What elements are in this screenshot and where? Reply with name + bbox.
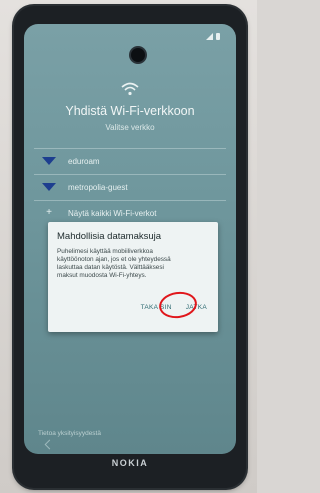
see-all-networks[interactable]: + Näytä kaikki Wi-Fi-verkot [34,204,226,222]
dialog-buttons: TAKA SIN JATKA [138,302,210,313]
divider [34,174,226,175]
wifi-icon [42,157,56,165]
status-bar [206,32,226,40]
dialog-body: Puhelimesi käyttää mobiiliverkkoa käyttö… [57,248,171,279]
data-charges-dialog: Mahdollisia datamaksuja Puhelimesi käytt… [48,222,218,332]
front-camera [131,48,145,62]
divider [34,200,226,201]
battery-icon [216,32,220,40]
brand-logo: NOKIA [111,458,149,468]
back-nav-icon[interactable] [44,439,55,450]
back-button[interactable]: TAKA SIN [138,302,175,313]
phone-screen: Yhdistä Wi-Fi-verkkoon Valitse verkko ed… [24,24,236,454]
see-all-label: Näytä kaikki Wi-Fi-verkot [68,208,157,218]
network-item-eduroam[interactable]: eduroam [34,152,226,170]
continue-button[interactable]: JATKA [183,302,210,313]
page-title: Yhdistä Wi-Fi-verkkoon [65,104,195,118]
divider [34,148,226,149]
network-name: metropolia-guest [68,182,128,192]
network-item-metropolia-guest[interactable]: metropolia-guest [34,178,226,196]
network-name: eduroam [68,156,100,166]
wifi-icon [121,82,139,96]
phone-device: Yhdistä Wi-Fi-verkkoon Valitse verkko ed… [14,6,246,488]
plus-icon: + [46,207,52,218]
wifi-icon [42,183,56,191]
privacy-link[interactable]: Tietoa yksityisyydestä [38,430,101,437]
dialog-title: Mahdollisia datamaksuja [57,231,162,242]
page-subtitle: Valitse verkko [105,123,155,132]
signal-icon [206,32,213,40]
